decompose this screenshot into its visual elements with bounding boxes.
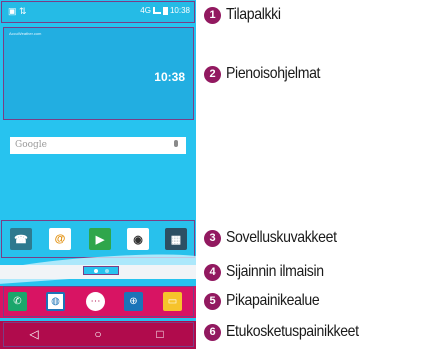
callout-label: Tilapalkki [226, 6, 281, 23]
location-indicator[interactable] [83, 266, 119, 275]
callout-number: 5 [204, 292, 221, 310]
callout-number: 3 [204, 229, 221, 247]
status-indicators: 4G 10:38 [140, 6, 190, 15]
callout-widgets: 2 Pienoisohjelmat [204, 65, 333, 83]
battery-icon [162, 6, 168, 15]
callout-touch-buttons: 6 Etukosketuspainikkeet [204, 323, 377, 341]
recents-icon[interactable]: □ [150, 324, 170, 344]
play-store-icon[interactable]: ▶ [89, 228, 111, 250]
camera-app-icon[interactable]: ◉ [127, 228, 149, 250]
callout-label: Pienoisohjelmat [226, 65, 321, 82]
contacts-app-icon[interactable]: ☎ [10, 228, 32, 250]
app-icons-row: ☎ @ ▶ ◉ ▦ [1, 220, 195, 258]
callout-label: Sijainnin ilmaisin [226, 263, 324, 280]
callout-number: 2 [204, 65, 221, 83]
callout-label: Pikapainikealue [226, 292, 320, 309]
google-search-label: Google [15, 140, 47, 150]
phone-screen: ▣ ⇅ 4G 10:38 AccuWeather.com 10:38 Googl… [0, 0, 196, 349]
network-icon: 4G [140, 6, 151, 15]
callout-label: Sovelluskuvakkeet [226, 229, 337, 246]
callout-number: 4 [204, 263, 221, 281]
mic-icon[interactable] [174, 140, 178, 147]
widget-clock: 10:38 [154, 70, 185, 84]
callout-number: 1 [204, 6, 221, 24]
callout-quick-button-area: 5 Pikapainikealue [204, 292, 332, 310]
page-dot [105, 269, 109, 273]
callout-status-bar: 1 Tilapalkki [204, 6, 288, 24]
callout-number: 6 [204, 323, 221, 341]
back-icon[interactable]: ◁ [24, 324, 44, 344]
weather-widget[interactable]: AccuWeather.com 10:38 [3, 27, 194, 120]
browser-icon[interactable]: ⊕ [124, 292, 143, 311]
email-app-icon[interactable]: @ [49, 228, 71, 250]
home-icon[interactable]: ○ [88, 324, 108, 344]
signal-icon [152, 7, 161, 14]
widget-source-text: AccuWeather.com [9, 31, 42, 36]
status-time: 10:38 [169, 6, 190, 15]
apps-folder-icon[interactable]: ▦ [165, 228, 187, 250]
phone-icon[interactable]: ✆ [8, 292, 27, 311]
callout-label: Etukosketuspainikkeet [226, 323, 359, 340]
notification-icons: ▣ ⇅ [8, 6, 27, 16]
google-search-bar[interactable]: Google [10, 137, 186, 154]
callout-app-icons: 3 Sovelluskuvakkeet [204, 229, 352, 247]
messaging-icon[interactable]: ▭ [163, 292, 182, 311]
apps-drawer-icon[interactable]: ⋯ [86, 292, 105, 311]
callout-location-indicator: 4 Sijainnin ilmaisin [204, 263, 337, 281]
page-dot-active [94, 269, 98, 273]
contacts-icon[interactable]: ◍ [46, 292, 65, 311]
status-bar: ▣ ⇅ 4G 10:38 [1, 1, 195, 23]
